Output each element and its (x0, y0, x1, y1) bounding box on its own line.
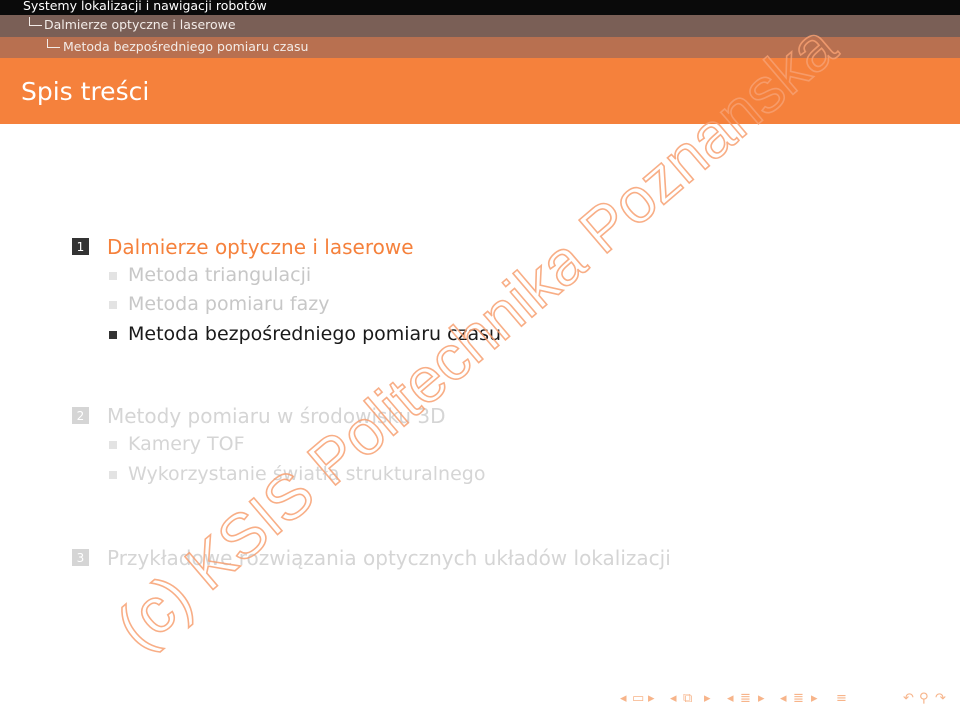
toc-subsection-2-2[interactable]: Wykorzystanie światła strukturalnego (128, 465, 485, 484)
nav-section-icon[interactable]: ≣ (740, 692, 751, 705)
toc-section-1[interactable]: Dalmierze optyczne i laserowe (107, 237, 414, 257)
toc-subsection-1-2[interactable]: Metoda pomiaru fazy (128, 295, 329, 314)
nav-right-arrow-icon[interactable]: ▸ (704, 692, 711, 705)
bullet-icon (109, 301, 117, 309)
tree-branch-icon (47, 39, 60, 48)
toc-subsection-1-3[interactable]: Metoda bezpośredniego pomiaru czasu (128, 325, 501, 344)
bullet-icon (109, 441, 117, 449)
toc-subsection-1-1[interactable]: Metoda triangulacji (128, 266, 311, 285)
nav-left-arrow-icon[interactable]: ◂ (727, 692, 734, 705)
bullet-icon (109, 471, 117, 479)
beamer-navigation: ◂ ▭ ▸ ◂ ⧉ ▸ ◂ ≣ ▸ ◂ ≣ ▸ ≡ ↶ ⚲ ↷ (620, 692, 955, 710)
subsection-link[interactable]: Metoda bezpośredniego pomiaru czasu (63, 40, 308, 54)
toc-section-2[interactable]: Metody pomiaru w środowisku 3D (107, 406, 446, 426)
bullet-icon (109, 272, 117, 280)
presentation-title-link[interactable]: Systemy lokalizacji i nawigacji robotów (23, 0, 267, 13)
nav-search-icon[interactable]: ⚲ (919, 692, 929, 705)
nav-frame-icon[interactable]: ▭ (632, 692, 644, 705)
nav-subsection-icon[interactable]: ⧉ (683, 692, 692, 705)
section-number-badge: 3 (72, 549, 89, 566)
nav-left-arrow-icon[interactable]: ◂ (670, 692, 677, 705)
nav-right-arrow-icon[interactable]: ▸ (758, 692, 765, 705)
slide: Systemy lokalizacji i nawigacji robotów … (0, 0, 960, 715)
bullet-icon (109, 331, 117, 339)
nav-right-arrow-icon[interactable]: ▸ (648, 692, 655, 705)
toc-section-3[interactable]: Przykładowe rozwiązania optycznych układ… (107, 548, 671, 568)
section-number-badge: 1 (72, 238, 89, 255)
toc-subsection-2-1[interactable]: Kamery TOF (128, 435, 245, 454)
nav-left-arrow-icon[interactable]: ◂ (620, 692, 627, 705)
frame-title: Spis treści (21, 77, 150, 106)
section-link[interactable]: Dalmierze optyczne i laserowe (44, 18, 236, 32)
nav-left-arrow-icon[interactable]: ◂ (780, 692, 787, 705)
nav-forward-icon[interactable]: ↷ (935, 692, 946, 705)
nav-back-icon[interactable]: ↶ (903, 692, 914, 705)
nav-section-icon[interactable]: ≣ (793, 692, 804, 705)
nav-align-icon[interactable]: ≡ (836, 692, 847, 705)
nav-right-arrow-icon[interactable]: ▸ (811, 692, 818, 705)
tree-branch-icon (29, 17, 42, 26)
section-number-badge: 2 (72, 407, 89, 424)
